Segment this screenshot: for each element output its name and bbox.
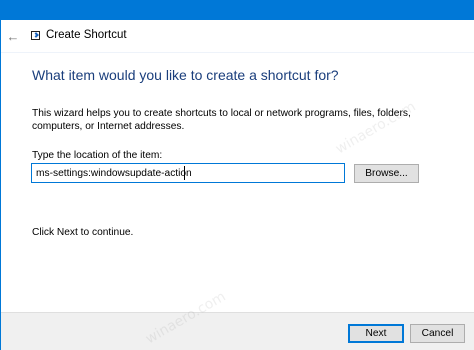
- back-arrow-icon[interactable]: ←: [5, 28, 21, 44]
- text-caret: [184, 166, 185, 180]
- browse-button[interactable]: Browse...: [354, 164, 419, 183]
- window-title: Create Shortcut: [46, 29, 127, 41]
- location-input[interactable]: [31, 163, 345, 183]
- location-label: Type the location of the item:: [32, 150, 163, 161]
- wizard-description: This wizard helps you to create shortcut…: [32, 108, 411, 132]
- cancel-button[interactable]: Cancel: [410, 324, 465, 343]
- create-shortcut-window: ← Create Shortcut What item would you li…: [1, 20, 474, 350]
- continue-hint: Click Next to continue.: [32, 227, 134, 238]
- shortcut-icon: [31, 31, 40, 40]
- title-bar: ← Create Shortcut: [1, 20, 474, 53]
- page-heading: What item would you like to create a sho…: [32, 67, 339, 83]
- next-button[interactable]: Next: [348, 324, 404, 343]
